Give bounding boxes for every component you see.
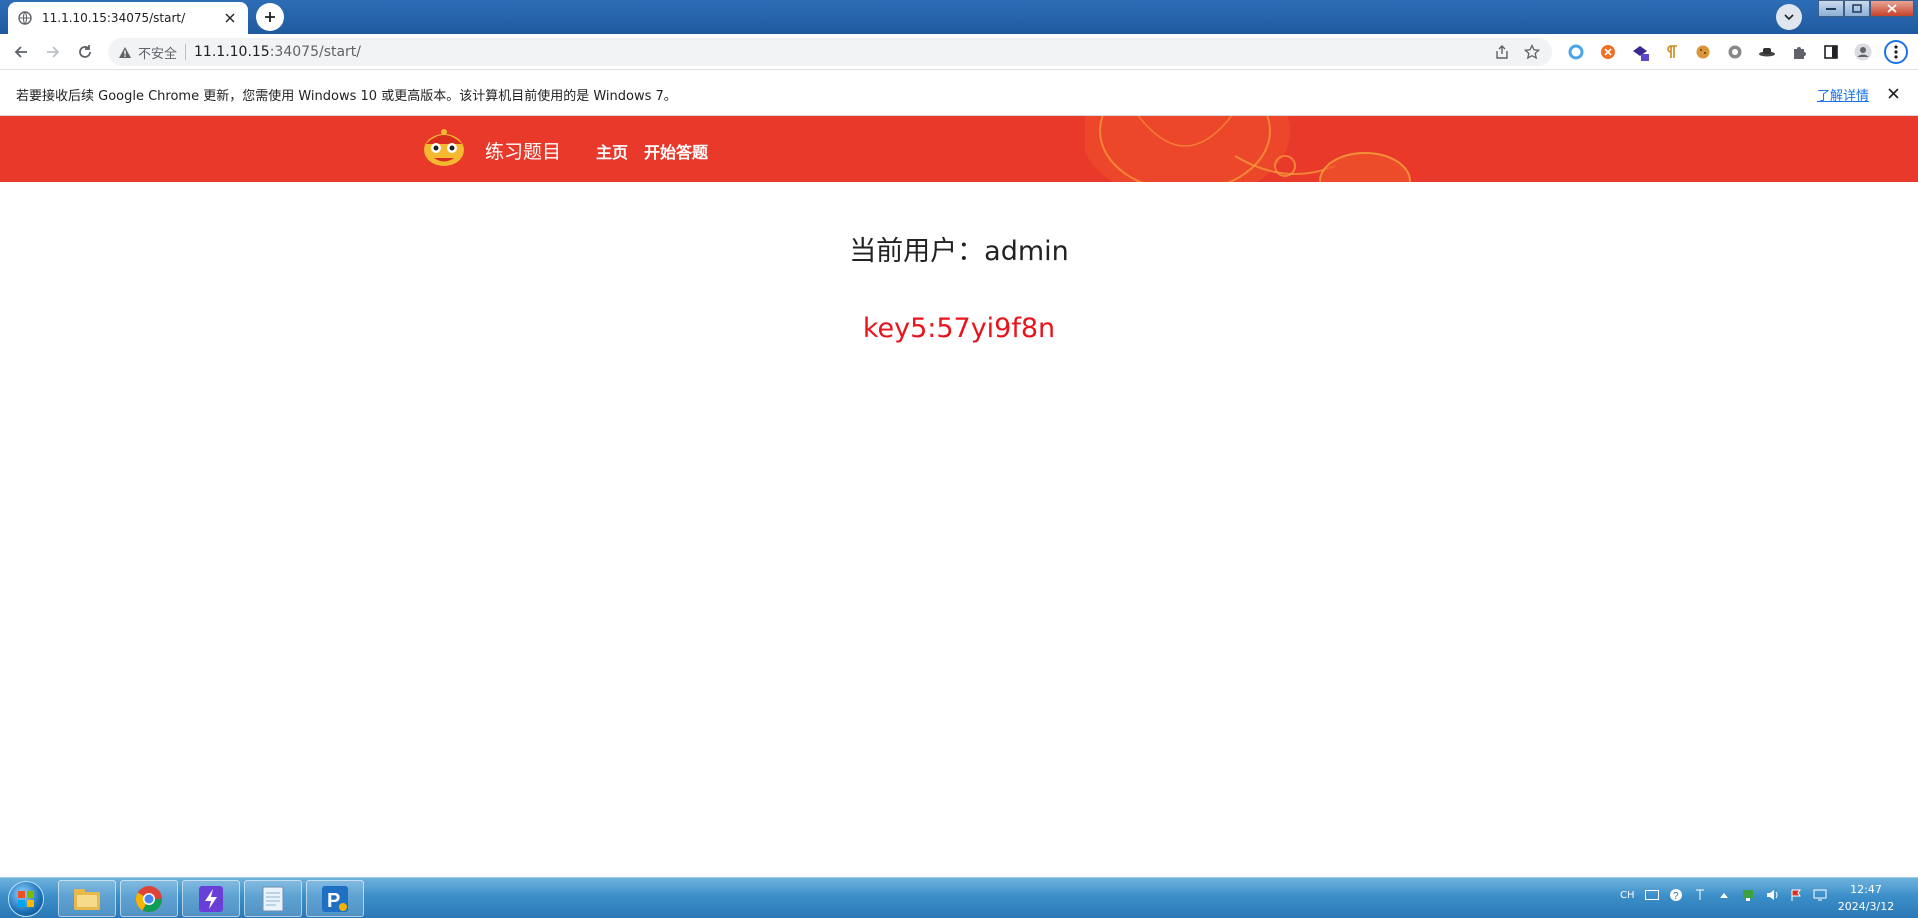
clock-date: 2024/3/12 [1837,900,1895,913]
globe-icon [18,11,32,25]
network-icon[interactable] [1741,888,1755,902]
browser-toolbar: 不安全 11.1.10.15 :34075/start/ [0,34,1918,70]
tab-search-button[interactable] [1776,4,1802,30]
clock-time: 12:47 [1850,883,1882,896]
bookmark-star-icon[interactable] [1523,43,1541,64]
address-bar[interactable]: 不安全 11.1.10.15 :34075/start/ [108,38,1552,66]
browser-tabstrip: 11.1.10.15:34075/start/ [0,0,1918,34]
url-path: :34075/start/ [269,44,362,60]
bolt-app-icon[interactable] [182,880,240,917]
ext-hat-icon[interactable] [1757,42,1777,62]
side-panel-icon[interactable] [1821,42,1841,62]
ime-settings-icon[interactable] [1693,888,1707,902]
new-tab-button[interactable] [256,3,284,31]
ext-purple-icon[interactable] [1630,42,1650,62]
notepad-icon[interactable] [244,880,302,917]
chrome-icon[interactable] [120,880,178,917]
taskbar-clock[interactable]: 12:47 2024/3/12 [1826,881,1906,915]
explorer-icon[interactable] [58,880,116,917]
reload-icon [79,45,91,58]
reload-button[interactable] [72,39,98,65]
security-label[interactable]: 不安全 [138,43,177,62]
display-icon[interactable] [1813,888,1827,902]
current-user-heading: 当前用户：admin [849,236,1069,267]
key-value-text: key5:57yi9f8n [862,313,1056,344]
browser-tab[interactable]: 11.1.10.15:34075/start/ [8,2,248,34]
ext-cookie-icon[interactable] [1693,42,1713,62]
extensions-puzzle-icon[interactable] [1789,42,1809,62]
ext-gear-icon[interactable] [1725,42,1745,62]
start-button[interactable] [3,879,49,918]
tab-title: 11.1.10.15:34075/start/ [42,11,186,25]
window-controls [1818,0,1914,17]
arrow-right-icon [47,46,60,58]
close-tab-icon[interactable] [222,10,238,26]
plus-icon [265,12,275,22]
site-brand[interactable]: 练习题目 [485,137,561,164]
system-tray: CH ? [1620,888,1827,902]
restore-button[interactable] [1844,0,1870,17]
infobar-message: 若要接收后续 Google Chrome 更新，您需使用 Windows 10 … [16,89,677,104]
show-hidden-icons-icon[interactable] [1717,888,1731,902]
site-header: 练习题目 主页 开始答题 [0,116,1918,182]
close-infobar-icon[interactable] [1884,84,1902,102]
svg-text:?: ? [1673,891,1679,902]
nav-start-quiz-link[interactable]: 开始答题 [644,139,708,163]
windows-taskbar: P CH ? 12:47 2024/3/12 [0,877,1918,918]
forward-button[interactable] [40,39,66,65]
back-button[interactable] [8,39,34,65]
update-infobar: 若要接收后续 Google Chrome 更新，您需使用 Windows 10 … [0,71,1918,116]
volume-icon[interactable] [1765,888,1779,902]
nav-home-link[interactable]: 主页 [596,139,628,163]
close-window-button[interactable] [1870,0,1914,17]
learn-more-link[interactable]: 了解详情 [1817,85,1869,104]
lantern-decoration [1085,116,1411,182]
p-app-icon[interactable]: P [306,880,364,917]
profile-avatar-icon[interactable] [1853,42,1873,62]
minimize-button[interactable] [1818,0,1844,17]
omnibox-divider [185,44,187,60]
menu-kebab-icon[interactable] [1884,40,1908,64]
ext-orange-icon[interactable] [1598,42,1618,62]
share-icon[interactable] [1494,44,1510,64]
svg-text:P: P [327,890,340,912]
url-host: 11.1.10.15 [194,44,270,60]
lion-dance-logo[interactable] [422,128,466,168]
keyboard-icon[interactable] [1644,888,1659,902]
windows-logo-icon [8,881,44,917]
warning-icon[interactable] [118,46,132,59]
ext-ring-icon[interactable] [1566,42,1586,62]
action-center-flag-icon[interactable] [1789,888,1803,902]
input-language[interactable]: CH [1620,890,1635,901]
help-icon[interactable]: ? [1669,888,1683,902]
ext-pilcrow-icon[interactable] [1662,42,1682,62]
arrow-left-icon [14,46,27,58]
chevron-down-icon [1784,14,1794,21]
